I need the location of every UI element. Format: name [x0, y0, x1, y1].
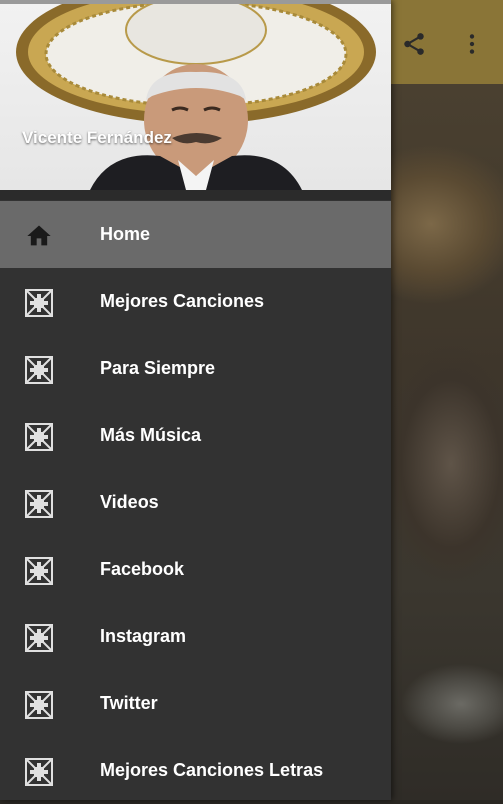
- broken-image-icon: [25, 423, 53, 451]
- menu-item-home[interactable]: Home: [0, 201, 391, 268]
- broken-image-icon: [25, 691, 53, 719]
- menu-item-label: Videos: [100, 492, 159, 512]
- header-title: Vicente Fernández: [22, 128, 172, 147]
- broken-image-icon: [25, 356, 53, 384]
- content-image: [391, 84, 503, 800]
- drawer-header: Vicente Fernández: [0, 0, 391, 190]
- header-divider: [0, 190, 391, 200]
- home-icon: [25, 222, 53, 250]
- menu-item-mas-musica[interactable]: Más Música: [0, 402, 391, 469]
- menu-item-mejores-canciones[interactable]: Mejores Canciones: [0, 268, 391, 335]
- menu-item-instagram[interactable]: Instagram: [0, 603, 391, 670]
- broken-image-icon: [25, 490, 53, 518]
- menu-item-label: Instagram: [100, 626, 187, 646]
- menu-item-label: Para Siempre: [100, 358, 216, 378]
- navigation-drawer: Vicente Fernández Home Mejores Canciones…: [0, 0, 391, 800]
- menu-item-label: Twitter: [100, 693, 158, 713]
- menu-item-label: Home: [100, 224, 151, 244]
- broken-image-icon: [25, 289, 53, 317]
- more-vert-icon: [469, 34, 475, 54]
- menu-item-label: Facebook: [100, 559, 185, 579]
- broken-image-icon: [25, 557, 53, 585]
- menu-item-facebook[interactable]: Facebook: [0, 536, 391, 603]
- broken-image-icon: [25, 624, 53, 652]
- share-icon: [404, 33, 424, 55]
- menu-item-videos[interactable]: Videos: [0, 469, 391, 536]
- menu-item-label: Mejores Canciones Letras: [100, 760, 324, 780]
- menu-item-twitter[interactable]: Twitter: [0, 670, 391, 737]
- menu-item-para-siempre[interactable]: Para Siempre: [0, 335, 391, 402]
- status-bar: [0, 0, 391, 4]
- share-button[interactable]: [398, 28, 430, 60]
- menu-item-mejores-canciones-letras[interactable]: Mejores Canciones Letras: [0, 737, 391, 804]
- header-photo: [16, 0, 376, 190]
- drawer-menu: Home Mejores Canciones Para Siempre Más …: [0, 201, 391, 804]
- menu-item-label: Mejores Canciones: [100, 291, 265, 311]
- broken-image-icon: [25, 758, 53, 786]
- menu-item-label: Más Música: [100, 425, 202, 445]
- overflow-menu-button[interactable]: [456, 28, 488, 60]
